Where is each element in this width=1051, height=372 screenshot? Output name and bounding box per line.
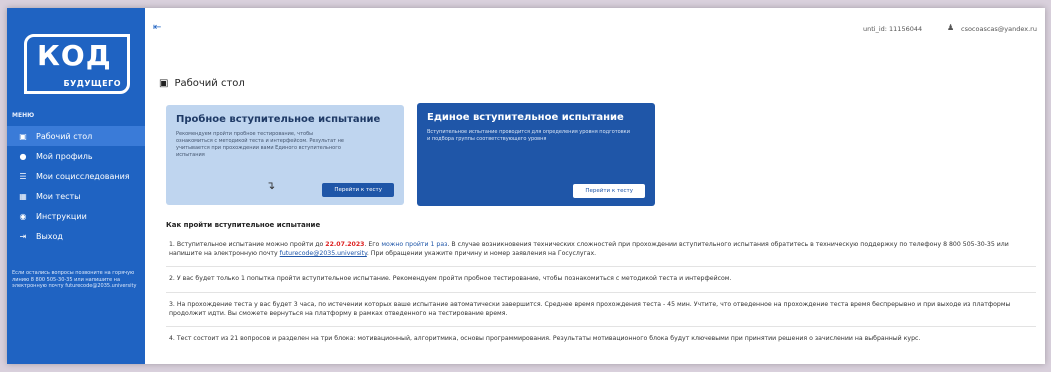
divider (166, 326, 1036, 327)
instruction-paragraph-4: 4. Тест состоит из 21 вопросов и разделе… (169, 335, 921, 342)
user-icon: ♟ (947, 23, 955, 32)
instructions-heading: Как пройти вступительное испытание (166, 221, 321, 229)
app-window: КОД БУДУЩЕГО МЕНЮ ▣ Рабочий стол ● Мой п… (7, 8, 1045, 364)
user-icon: ● (19, 151, 27, 161)
info-icon: ◉ (19, 211, 27, 221)
trial-test-card: Пробное вступительное испытание Рекоменд… (166, 105, 404, 205)
divider (166, 266, 1036, 267)
sidebar-item-desktop[interactable]: ▣ Рабочий стол (7, 126, 145, 146)
instruction-paragraph-1: 1. Вступительное испытание можно пройти … (169, 240, 1034, 258)
main-test-card: Единое вступительное испытание Вступител… (417, 103, 655, 206)
sidebar-item-profile[interactable]: ● Мой профиль (7, 146, 145, 166)
sidebar-item-label: Инструкции (36, 211, 87, 221)
mouse-cursor-icon: ↴ (266, 179, 276, 192)
sidebar-item-label: Рабочий стол (36, 131, 93, 141)
logout-icon: ⇥ (19, 231, 27, 241)
sidebar-item-label: Мои социсследования (36, 171, 130, 181)
page-title-text: Рабочий стол (174, 78, 245, 89)
para-text: 1. Вступительное испытание можно пройти … (169, 241, 326, 248)
sidebar-item-label: Мои тесты (36, 191, 81, 201)
card-text: Рекомендуем пройти пробное тестирование,… (176, 131, 344, 158)
logo-subtext: БУДУЩЕГО (63, 79, 121, 88)
para-text: . Его (364, 241, 382, 248)
list-icon: ☰ (19, 171, 27, 181)
sidebar-item-instructions[interactable]: ◉ Инструкции (7, 206, 145, 226)
user-email[interactable]: csocoascas@yandex.ru (961, 25, 1037, 33)
instruction-paragraph-3: 3. На прохождение теста у вас будет 3 ча… (169, 301, 1011, 317)
card-title: Пробное вступительное испытание (176, 114, 381, 125)
go-to-trial-test-button[interactable]: Перейти к тесту (322, 183, 394, 197)
support-note: Если остались вопросы позвоните на горяч… (12, 270, 137, 289)
monitor-icon: ▣ (159, 78, 169, 89)
support-email-link[interactable]: futurecode@2035.university (280, 250, 367, 257)
attempts-note: можно пройти 1 раз (381, 241, 448, 248)
sidebar: КОД БУДУЩЕГО МЕНЮ ▣ Рабочий стол ● Мой п… (7, 8, 145, 364)
user-id: unti_id: 11156044 (863, 25, 923, 33)
sidebar-item-label: Выход (36, 231, 63, 241)
sidebar-item-logout[interactable]: ⇥ Выход (7, 226, 145, 246)
page-title: ▣ Рабочий стол (159, 78, 245, 89)
monitor-icon: ▣ (19, 131, 27, 141)
menu-title: МЕНЮ (12, 112, 35, 119)
para-text: . При обращении укажите причину и номер … (366, 250, 597, 257)
go-to-main-test-button[interactable]: Перейти к тесту (573, 184, 645, 198)
tests-icon: ▦ (19, 191, 27, 201)
instruction-paragraph-2: 2. У вас будет только 1 попытка пройти в… (169, 275, 732, 282)
collapse-menu-icon[interactable]: ⇤ (153, 22, 161, 33)
logo-text: КОД (37, 39, 112, 72)
divider (166, 292, 1036, 293)
sidebar-item-surveys[interactable]: ☰ Мои социсследования (7, 166, 145, 186)
sidebar-item-tests[interactable]: ▦ Мои тесты (7, 186, 145, 206)
card-text: Вступительное испытание проводится для о… (427, 129, 630, 142)
sidebar-item-label: Мой профиль (36, 151, 93, 161)
logo[interactable]: КОД БУДУЩЕГО (24, 34, 130, 94)
card-title: Единое вступительное испытание (427, 112, 624, 123)
deadline-date: 22.07.2023 (325, 241, 365, 248)
